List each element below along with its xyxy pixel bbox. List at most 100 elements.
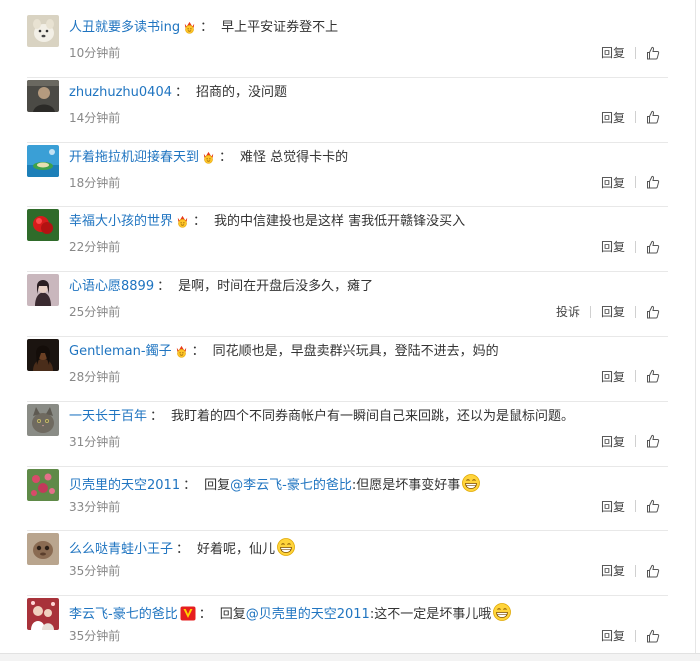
reply-button[interactable]: 回复 xyxy=(601,433,625,450)
comment-actions: 回复 xyxy=(601,627,660,644)
comment-text: 难怪 总觉得卡卡的 xyxy=(240,149,349,165)
username-link[interactable]: 贝壳里的天空2011 xyxy=(69,478,180,493)
colon: ： xyxy=(198,607,212,623)
comment-time: 10分钟前 xyxy=(69,46,121,60)
avatar[interactable] xyxy=(27,403,59,436)
colon: ： xyxy=(183,477,197,493)
crown-emoji-badge-icon xyxy=(201,149,216,170)
comment-actions: 回复 xyxy=(601,238,660,255)
reply-button[interactable]: 回复 xyxy=(601,174,625,191)
avatar[interactable] xyxy=(27,209,59,242)
action-divider xyxy=(635,629,636,642)
thumbs-up-icon[interactable] xyxy=(646,240,660,254)
comment-text: 我的中信建投也是这样 害我低开赣锋没买入 xyxy=(214,214,466,230)
comment-actions: 回复 xyxy=(601,174,660,191)
username-link[interactable]: 心语心愿8899 xyxy=(69,279,154,294)
username-link[interactable]: Gentleman-鐲子 xyxy=(69,344,172,359)
comment-item: 人丑就要多读书ing ： 早上平安证券登不上 10分钟前 回复 xyxy=(27,13,668,78)
thumbs-up-icon[interactable] xyxy=(646,564,660,578)
thumbs-up-icon[interactable] xyxy=(646,629,660,643)
mention-link[interactable]: @贝壳里的天空2011 xyxy=(246,607,370,622)
thumbs-up-icon[interactable] xyxy=(646,305,660,319)
comment-item: zhuzhuzhu0404： 招商的，没问题 14分钟前 回复 xyxy=(27,78,668,143)
comment-list: 人丑就要多读书ing：早上平安证券登不上 10分钟前 回复 zhuzhuzhu0 xyxy=(27,13,668,661)
comment-time: 25分钟前 xyxy=(69,305,121,320)
reply-prefix: 回复 xyxy=(204,477,231,493)
avatar[interactable] xyxy=(27,533,59,566)
comment-text: 招商的，没问题 xyxy=(196,84,288,100)
reply-button[interactable]: 回复 xyxy=(601,109,625,126)
action-divider xyxy=(635,435,636,448)
reply-button[interactable]: 回复 xyxy=(601,238,625,255)
comment-time: 35分钟前 xyxy=(69,629,121,644)
username-link[interactable]: zhuzhuzhu0404 xyxy=(69,85,172,100)
action-divider xyxy=(635,240,636,253)
grin-emoji-icon xyxy=(461,473,481,499)
mention-link[interactable]: @李云飞-豪七的爸比 xyxy=(230,478,352,493)
avatar[interactable] xyxy=(27,274,59,307)
thumbs-up-icon[interactable] xyxy=(646,175,660,189)
comment-text: 是啊，时间在开盘后没多久，瘫了 xyxy=(178,279,374,295)
username-link[interactable]: 一天长于百年 xyxy=(69,409,147,424)
colon: ： xyxy=(200,20,214,35)
comment-time: 28分钟前 xyxy=(69,369,121,384)
comment-actions: 投诉 回复 xyxy=(556,303,660,320)
comment-item: 心语心愿8899： 是啊，时间在开盘后没多久，瘫了 25分钟前 投诉 回复 xyxy=(27,272,668,337)
comment-actions: 回复 xyxy=(601,109,660,126)
colon: ： xyxy=(193,214,207,230)
comment-item: 李云飞-豪七的爸比：回复@贝壳里的天空2011:这不一定是坏事儿哦 35分钟前 … xyxy=(27,596,668,661)
comment-item: 幸福大小孩的世界 ： 我的中信建投也是这样 害我低开赣锋没买入 22分钟前 回复 xyxy=(27,207,668,273)
comment-panel: 人丑就要多读书ing：早上平安证券登不上 10分钟前 回复 zhuzhuzhu0 xyxy=(0,0,700,661)
colon: ： xyxy=(175,84,189,100)
action-divider xyxy=(635,46,636,59)
reply-button[interactable]: 回复 xyxy=(601,627,625,644)
reply-prefix: 回复 xyxy=(219,607,246,623)
username-link[interactable]: 李云飞-豪七的爸比 xyxy=(69,607,178,622)
comment-time: 18分钟前 xyxy=(69,175,121,190)
comment-item: 么么哒青蛙小王子： 好着呢，仙儿 35分钟前 回复 xyxy=(27,531,668,597)
reply-button[interactable]: 回复 xyxy=(601,44,625,61)
reply-button[interactable]: 回复 xyxy=(601,562,625,579)
comment-text: 好着呢，仙儿 xyxy=(197,542,276,558)
thumbs-up-icon[interactable] xyxy=(646,110,660,124)
reply-button[interactable]: 回复 xyxy=(601,498,625,515)
thumbs-up-icon[interactable] xyxy=(646,369,660,383)
avatar[interactable] xyxy=(27,468,59,501)
comment-time: 14分钟前 xyxy=(69,110,121,125)
colon: ： xyxy=(176,542,190,558)
username-link[interactable]: 开着拖拉机迎接春天到 xyxy=(69,150,199,165)
comment-text: :这不一定是坏事儿哦 xyxy=(369,607,492,623)
crown-emoji-badge-icon xyxy=(182,19,197,40)
grin-emoji-icon xyxy=(276,537,296,563)
avatar[interactable] xyxy=(27,15,59,47)
comment-actions: 回复 xyxy=(601,498,660,515)
reply-button[interactable]: 回复 xyxy=(601,303,625,320)
avatar[interactable] xyxy=(27,144,59,177)
username-link[interactable]: 么么哒青蛙小王子 xyxy=(69,542,173,557)
thumbs-up-icon[interactable] xyxy=(646,499,660,513)
verified-v-badge-icon xyxy=(180,606,196,627)
action-divider xyxy=(635,500,636,513)
colon: ： xyxy=(219,149,233,165)
comment-text: 早上平安证券登不上 xyxy=(221,20,339,35)
action-divider xyxy=(635,564,636,577)
thumbs-up-icon[interactable] xyxy=(646,46,660,60)
avatar[interactable] xyxy=(27,79,59,112)
panel-right-border xyxy=(695,0,696,654)
report-button[interactable]: 投诉 xyxy=(556,303,580,320)
avatar[interactable] xyxy=(27,338,59,371)
comment-text: :但愿是坏事变好事 xyxy=(351,477,461,493)
avatar[interactable] xyxy=(27,598,59,631)
comment-time: 35分钟前 xyxy=(69,564,121,579)
reply-button[interactable]: 回复 xyxy=(601,368,625,385)
comment-time: 31分钟前 xyxy=(69,434,121,449)
panel-bottom-border xyxy=(0,653,700,661)
username-link[interactable]: 人丑就要多读书ing xyxy=(69,20,180,35)
comment-time: 22分钟前 xyxy=(69,240,121,255)
colon: ： xyxy=(191,343,205,359)
action-divider xyxy=(635,370,636,383)
colon: ： xyxy=(157,279,171,295)
username-link[interactable]: 幸福大小孩的世界 xyxy=(69,214,173,229)
comment-item: 开着拖拉机迎接春天到 ： 难怪 总觉得卡卡的 18分钟前 回复 xyxy=(27,143,668,208)
thumbs-up-icon[interactable] xyxy=(646,434,660,448)
